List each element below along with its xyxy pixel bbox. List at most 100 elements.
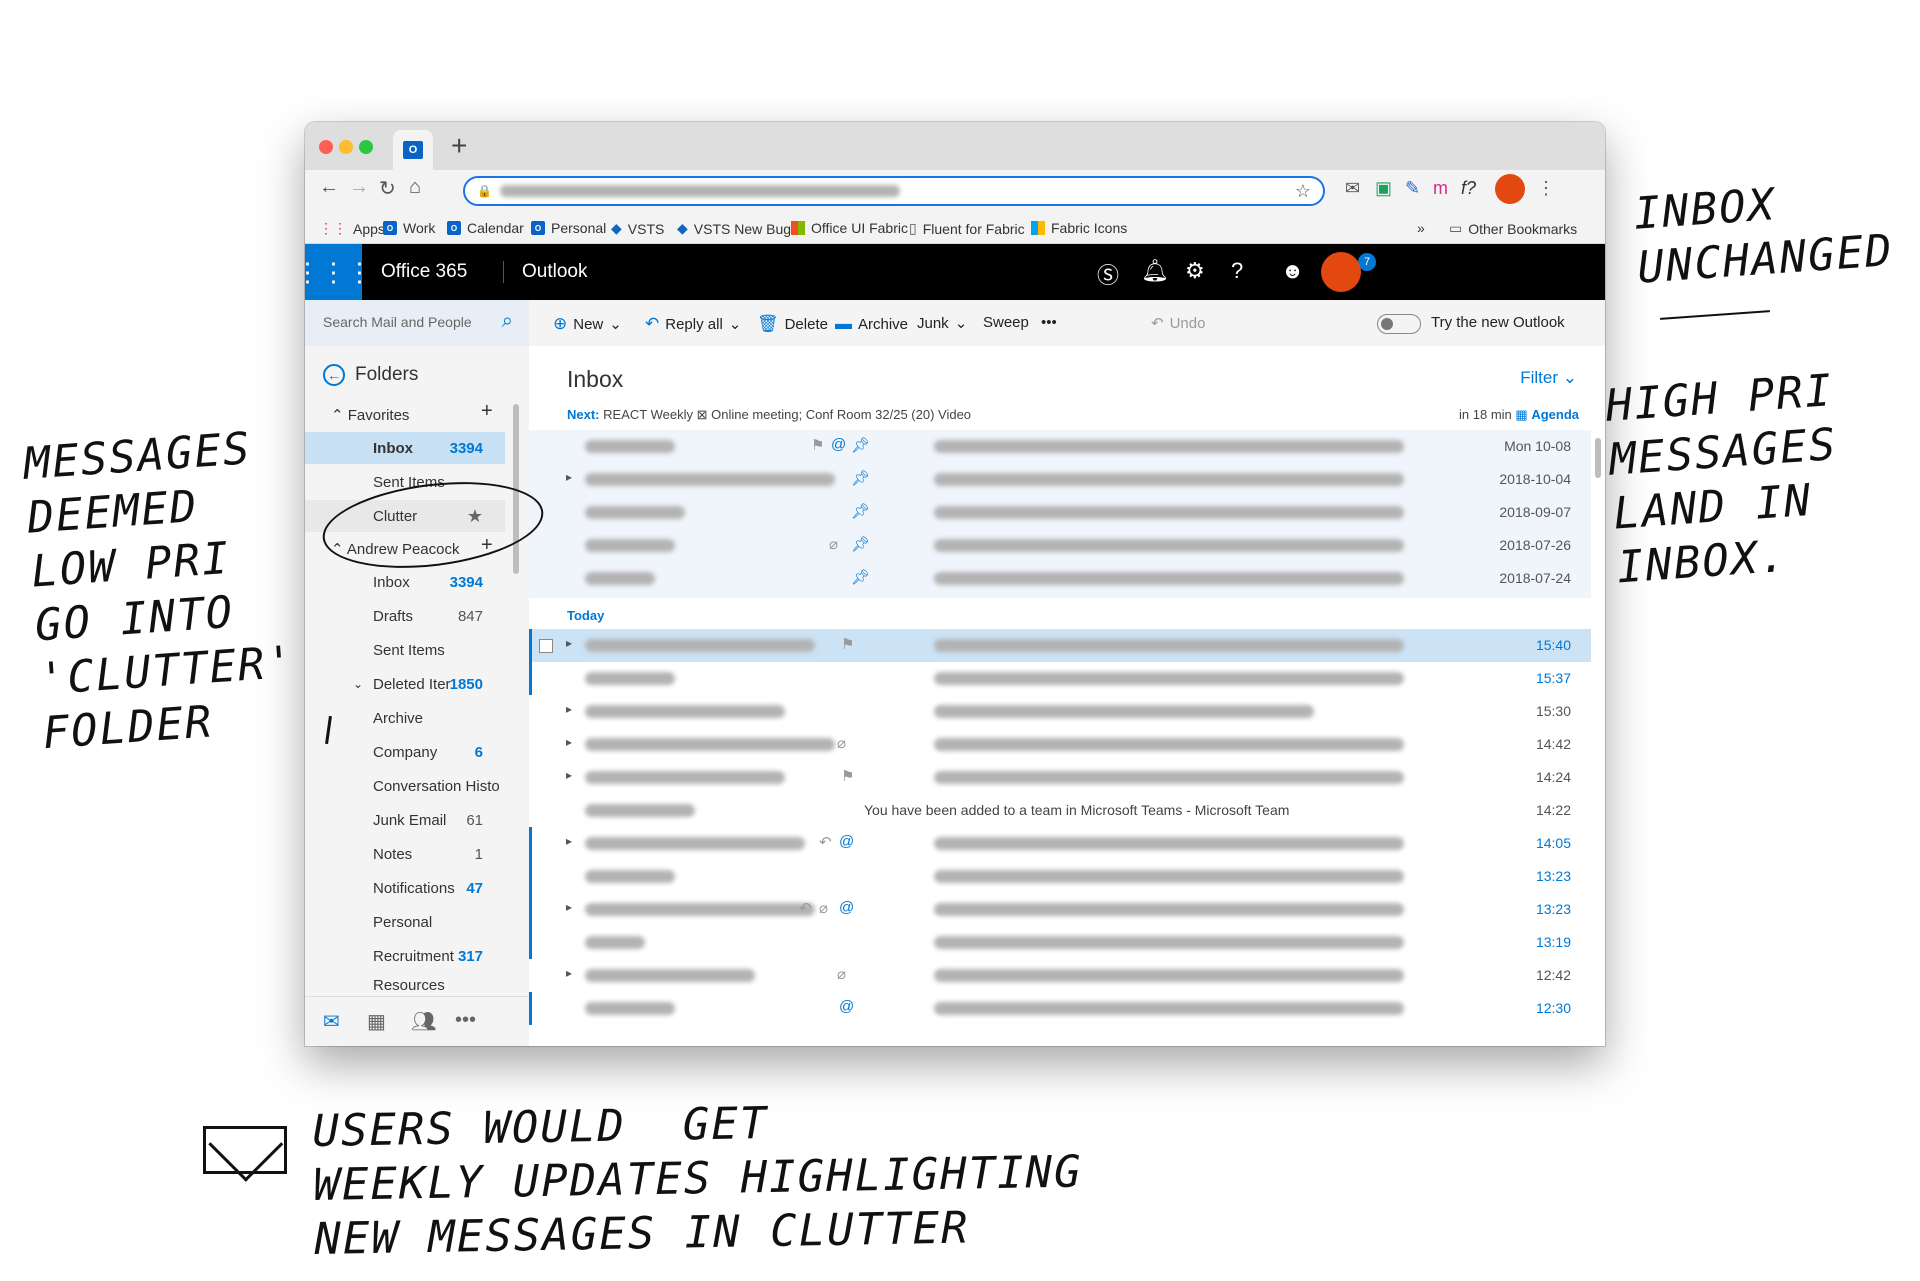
- message-row[interactable]: ▸ 15:30: [529, 695, 1591, 728]
- mail-icon[interactable]: ✉: [323, 1009, 340, 1034]
- search-icon[interactable]: ⌕: [502, 310, 513, 333]
- delete-button[interactable]: 🗑︎ Delete: [757, 314, 828, 334]
- pinned-row[interactable]: ⚑ @ 📌︎ Mon 10-08: [529, 430, 1591, 463]
- address-bar[interactable]: 🔒 ☆: [463, 176, 1325, 206]
- sweep-button[interactable]: Sweep: [983, 314, 1029, 331]
- message-row[interactable]: 15:37: [529, 662, 1591, 695]
- message-row[interactable]: ▸ ⌀ 14:42: [529, 728, 1591, 761]
- message-row[interactable]: ▸ ⚑ 14:24: [529, 761, 1591, 794]
- message-row[interactable]: 13:19: [529, 926, 1591, 959]
- folder-recruitment[interactable]: Recruitment 317: [305, 940, 505, 972]
- folder-deleted-items[interactable]: ⌄ Deleted Iter 1850: [305, 668, 505, 700]
- pinned-row[interactable]: ⌀ 📌︎ 2018-07-26: [529, 529, 1591, 562]
- message-row[interactable]: ▸ ⌀ 12:42: [529, 959, 1591, 992]
- pin-icon[interactable]: 📌︎: [851, 436, 870, 454]
- favorite-inbox[interactable]: Inbox 3394: [305, 432, 505, 464]
- browser-menu-icon[interactable]: ⋮: [1537, 178, 1555, 199]
- browser-tab[interactable]: O: [393, 130, 433, 170]
- bookmark-apps[interactable]: ⋮⋮ Apps: [319, 220, 385, 237]
- user-avatar[interactable]: [1321, 252, 1361, 292]
- pinned-row[interactable]: 📌︎ 2018-07-24: [529, 562, 1591, 595]
- flag-icon[interactable]: ⚑: [841, 635, 854, 653]
- more-commands-button[interactable]: •••: [1041, 314, 1057, 331]
- pinned-row[interactable]: ▸ 📌︎ 2018-10-04: [529, 463, 1591, 496]
- bell-icon[interactable]: 🔔︎: [1141, 258, 1169, 284]
- reload-icon[interactable]: ↻: [379, 176, 396, 201]
- message-row[interactable]: ▸ ⚑ 15:40: [529, 629, 1591, 662]
- forward-arrow-icon[interactable]: →: [349, 176, 369, 199]
- bookmark-fluent-for-fabric[interactable]: ▯ Fluent for Fabric: [909, 220, 1025, 237]
- list-scrollbar[interactable]: [1595, 438, 1601, 478]
- bookmark-vsts[interactable]: ◆ VSTS: [611, 220, 664, 237]
- suite-app-name[interactable]: Outlook: [503, 261, 587, 283]
- help-icon[interactable]: ?: [1231, 258, 1243, 284]
- folder-conversation-history[interactable]: Conversation Histo: [305, 770, 505, 802]
- bookmark-office-ui-fabric[interactable]: Office UI Fabric: [791, 220, 908, 236]
- gear-icon[interactable]: ⚙: [1185, 258, 1205, 284]
- folder-resources[interactable]: Resources: [305, 974, 505, 996]
- expand-caret-icon[interactable]: ▸: [566, 735, 572, 749]
- other-bookmarks[interactable]: ▭ Other Bookmarks: [1449, 220, 1577, 237]
- expand-caret-icon[interactable]: ▸: [566, 966, 572, 980]
- expand-caret-icon[interactable]: ▸: [566, 768, 572, 782]
- folder-company[interactable]: Company 6: [305, 736, 505, 768]
- feedback-smiley-icon[interactable]: ☻: [1281, 258, 1304, 284]
- close-window-dot[interactable]: [319, 140, 333, 154]
- pin-icon[interactable]: 📌︎: [851, 568, 870, 586]
- bookmark-fabric-icons[interactable]: Fabric Icons: [1031, 220, 1127, 236]
- select-checkbox[interactable]: [539, 639, 553, 653]
- minimize-window-dot[interactable]: [339, 140, 353, 154]
- chevron-down-icon[interactable]: ⌄: [353, 677, 363, 691]
- more-apps-icon[interactable]: •••: [455, 1009, 476, 1032]
- function-extension-icon[interactable]: f?: [1461, 178, 1476, 199]
- maximize-window-dot[interactable]: [359, 140, 373, 154]
- green-extension-icon[interactable]: ▣: [1375, 178, 1392, 199]
- folders-header[interactable]: ← Folders: [323, 364, 418, 386]
- pink-extension-icon[interactable]: m: [1433, 178, 1448, 199]
- folder-personal[interactable]: Personal: [305, 906, 505, 938]
- add-favorite-icon[interactable]: +: [481, 400, 493, 423]
- people-icon[interactable]: 👥︎: [411, 1009, 436, 1034]
- chevron-down-icon[interactable]: ⌄: [729, 315, 742, 333]
- bookmark-calendar[interactable]: O Calendar: [447, 220, 524, 236]
- undo-button[interactable]: ↶ Undo: [1151, 314, 1205, 333]
- pin-icon[interactable]: 📌︎: [851, 469, 870, 487]
- favorites-group[interactable]: ⌃ Favorites: [331, 406, 409, 424]
- search-input[interactable]: Search Mail and People ⌕: [305, 300, 529, 346]
- message-row[interactable]: You have been added to a team in Microso…: [529, 794, 1591, 827]
- folder-junk-email[interactable]: Junk Email 61: [305, 804, 505, 836]
- flag-icon[interactable]: ⚑: [811, 436, 824, 454]
- chevron-down-icon[interactable]: ⌄: [955, 314, 968, 332]
- expand-caret-icon[interactable]: ▸: [566, 470, 572, 484]
- new-button[interactable]: ⊕ New ⌄: [553, 314, 622, 334]
- suite-brand[interactable]: Office 365: [381, 261, 467, 283]
- folder-archive[interactable]: Archive: [305, 702, 505, 734]
- skype-icon[interactable]: Ⓢ: [1097, 258, 1119, 290]
- filter-button[interactable]: Filter ⌄: [1520, 368, 1577, 388]
- bookmark-vsts-new-bug[interactable]: ◆ VSTS New Bug: [677, 220, 791, 237]
- expand-caret-icon[interactable]: ▸: [566, 900, 572, 914]
- folder-notes[interactable]: Notes 1: [305, 838, 505, 870]
- profile-avatar[interactable]: [1495, 174, 1525, 204]
- reply-all-button[interactable]: ↶ Reply all ⌄: [645, 314, 741, 334]
- message-row[interactable]: 13:23: [529, 860, 1591, 893]
- archive-button[interactable]: ▬ Archive: [835, 314, 908, 334]
- bookmark-personal[interactable]: O Personal: [531, 220, 606, 236]
- new-tab-button[interactable]: +: [451, 130, 467, 162]
- star-bookmark-icon[interactable]: ☆: [1295, 181, 1311, 202]
- bookmarks-overflow-button[interactable]: »: [1417, 220, 1425, 236]
- folder-inbox[interactable]: Inbox 3394: [305, 566, 505, 598]
- envelope-extension-icon[interactable]: ✉: [1345, 178, 1360, 199]
- message-row[interactable]: @ 12:30: [529, 992, 1591, 1025]
- bookmark-work[interactable]: O Work: [383, 220, 435, 236]
- pin-icon[interactable]: 📌︎: [851, 535, 870, 553]
- pin-icon[interactable]: 📌︎: [851, 502, 870, 520]
- blue-extension-icon[interactable]: ✎: [1405, 178, 1420, 199]
- back-arrow-icon[interactable]: ←: [319, 176, 339, 199]
- folder-notifications[interactable]: Notifications 47: [305, 872, 505, 904]
- folder-sent-items[interactable]: Sent Items: [305, 634, 505, 666]
- new-outlook-toggle[interactable]: [1377, 314, 1421, 334]
- flag-icon[interactable]: ⚑: [841, 767, 854, 785]
- expand-caret-icon[interactable]: ▸: [566, 636, 572, 650]
- calendar-icon[interactable]: ▦: [367, 1009, 386, 1034]
